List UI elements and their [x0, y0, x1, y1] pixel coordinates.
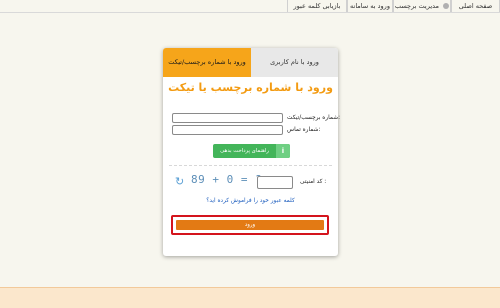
nav-tab-home-label: صفحه اصلی: [458, 2, 493, 10]
login-method-tabs: ورود با شماره برچسب/تیکت ورود با نام کار…: [163, 48, 338, 77]
forgot-password-link[interactable]: کلمه عبور خود را فراموش کرده اید؟: [163, 198, 338, 204]
login-button[interactable]: ورود: [176, 220, 324, 230]
phone-number-input[interactable]: [172, 125, 283, 135]
captcha-label: کد امنیتی :: [300, 179, 327, 185]
captcha-text: 89 + 0 = ?: [191, 173, 263, 186]
ticket-number-input[interactable]: [172, 113, 283, 123]
captcha-image: ↻ 89 + 0 = ?: [175, 173, 262, 191]
footer-strip: [0, 287, 500, 308]
nav-tab-password-recovery-label: بازیابی کلمه عبور: [293, 2, 341, 10]
tab-username-login-label: ورود با نام کاربری: [270, 58, 319, 66]
tab-username-login[interactable]: ورود با نام کاربری: [251, 48, 338, 77]
top-navigation: صفحه اصلی مدیریت برچسب ورود به سامانه با…: [0, 0, 500, 13]
nav-tab-password-recovery[interactable]: بازیابی کلمه عبور: [287, 0, 347, 12]
login-button-highlight: ورود: [171, 215, 329, 235]
nav-tab-label-management-label: مدیریت برچسب: [394, 2, 440, 10]
phone-number-label: شماره تماس:: [287, 127, 321, 133]
tab-ticket-login[interactable]: ورود با شماره برچسب/تیکت: [163, 48, 251, 77]
captcha-input[interactable]: [257, 176, 293, 189]
nav-tab-login[interactable]: ورود به سامانه: [347, 0, 393, 12]
info-icon: i: [276, 144, 290, 158]
label-icon: [443, 3, 450, 9]
nav-tab-login-label: ورود به سامانه: [350, 2, 390, 10]
refresh-icon[interactable]: ↻: [175, 176, 187, 188]
payment-guide-button[interactable]: راهنمای پرداخت بدهی i: [213, 144, 290, 158]
nav-tab-home[interactable]: صفحه اصلی: [451, 0, 500, 12]
nav-tab-label-management[interactable]: مدیریت برچسب: [393, 0, 451, 12]
section-divider: [169, 165, 332, 166]
login-card: ورود با شماره برچسب/تیکت ورود با نام کار…: [163, 48, 341, 256]
ticket-number-label: شماره برچسب/تیکت:: [287, 115, 341, 121]
payment-guide-label: راهنمای پرداخت بدهی: [220, 148, 269, 154]
tab-ticket-login-label: ورود با شماره برچسب/تیکت: [168, 58, 246, 66]
login-title: ورود با شماره برچسب یا تیکت: [168, 81, 333, 94]
